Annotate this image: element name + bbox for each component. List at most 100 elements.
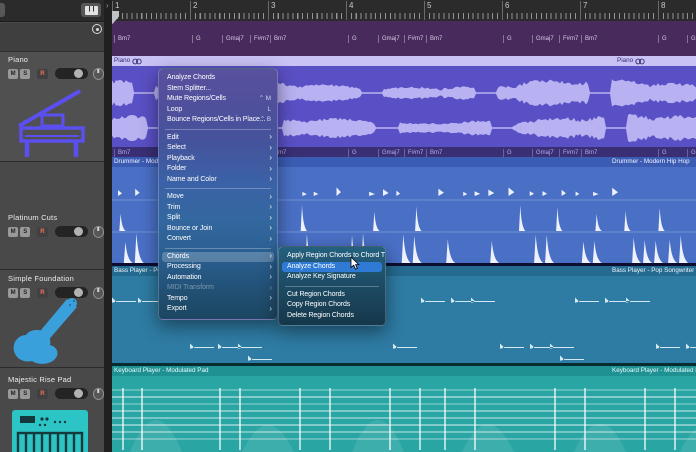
- global-chord-track[interactable]: Bm7GGmaj7F#m7Bm7GGmaj7F#m7Bm7GGmaj7F#m7B…: [112, 21, 696, 56]
- sidebar-toolbar: [0, 0, 104, 22]
- region-name: Piano: [617, 56, 645, 66]
- stereo-icon: [635, 58, 645, 65]
- bar-ruler[interactable]: 12345678: [112, 0, 696, 21]
- keyboard-region[interactable]: Keyboard Player - Modulated Pad Keyboard…: [112, 366, 696, 452]
- menu-item-label: Move: [167, 193, 184, 200]
- menu-item[interactable]: Name and Color ›: [159, 175, 277, 186]
- menu-item[interactable]: Convert ›: [159, 234, 277, 245]
- mute-button[interactable]: M: [8, 288, 18, 298]
- chord-label: Gmaj7: [222, 35, 244, 43]
- track-name: Majestic Rise Pad: [8, 375, 104, 384]
- chord-label: Bm7: [581, 149, 597, 157]
- chord-label: Bm7: [270, 35, 286, 43]
- menu-item[interactable]: Select ›: [159, 143, 277, 154]
- submenu-item[interactable]: Cut Region Chords: [279, 290, 385, 301]
- menu-item[interactable]: Split ›: [159, 213, 277, 224]
- submenu-item-label: Delete Region Chords: [287, 312, 354, 319]
- chevron-right-icon: ›: [269, 203, 272, 213]
- track-gap: [112, 363, 696, 366]
- submenu-item-label: Cut Region Chords: [287, 291, 345, 298]
- menu-item[interactable]: Stem Splitter... ›: [159, 84, 277, 95]
- chord-label: F#m7: [559, 35, 578, 43]
- menu-item[interactable]: MIDI Transform ›: [159, 283, 277, 294]
- menu-item[interactable]: Analyze Chords ›: [159, 73, 277, 84]
- chevron-right-icon: ›: [269, 294, 272, 304]
- chord-label: Bm7: [426, 35, 442, 43]
- menu-item[interactable]: Playback ›: [159, 154, 277, 165]
- panel-divider: ›: [104, 0, 112, 452]
- record-enable-button[interactable]: R: [37, 227, 47, 237]
- mute-button[interactable]: M: [8, 389, 18, 399]
- menu-item[interactable]: Edit ›: [159, 133, 277, 144]
- menu-item-label: Folder: [167, 165, 186, 172]
- measure-number: 6: [502, 1, 509, 20]
- menu-item[interactable]: Bounce or Join ›: [159, 224, 277, 235]
- submenu-item[interactable]: Delete Region Chords: [279, 311, 385, 322]
- menu-item-label: Bounce Regions/Cells in Place...: [167, 116, 265, 123]
- submenu-item[interactable]: Copy Region Chords: [279, 300, 385, 311]
- menu-item[interactable]: Processing ›: [159, 262, 277, 273]
- menu-item[interactable]: Chords ›: [162, 252, 274, 263]
- keyboard-region-titlebar: Keyboard Player - Modulated Pad Keyboard…: [112, 366, 696, 376]
- mute-button[interactable]: M: [8, 227, 18, 237]
- chord-label: Gmaj7: [532, 35, 554, 43]
- pan-knob[interactable]: [93, 388, 104, 400]
- track-header-majestic-rise-pad[interactable]: Majestic Rise Pad M S R: [0, 367, 104, 452]
- menu-separator: [285, 286, 379, 287]
- pan-knob[interactable]: [93, 68, 104, 80]
- chord-label: F#m7: [404, 35, 423, 43]
- submenu-item[interactable]: Analyze Key Signature: [279, 272, 385, 283]
- menu-item[interactable]: Loop L ›: [159, 105, 277, 116]
- piano-region-titlebar: Piano Piano: [112, 56, 696, 66]
- solo-button[interactable]: S: [20, 69, 30, 79]
- submenu-item[interactable]: Apply Region Chords to Chord Track: [279, 251, 385, 262]
- solo-button[interactable]: S: [20, 389, 30, 399]
- menu-item[interactable]: Automation ›: [159, 273, 277, 284]
- toolbar-button-partial[interactable]: [0, 3, 5, 17]
- menu-item[interactable]: Bounce Regions/Cells in Place... ⌃ B ›: [159, 115, 277, 126]
- disclosure-circle-icon[interactable]: [92, 24, 102, 34]
- chord-label: Gmaj7: [687, 149, 696, 157]
- track-header-platinum-cuts[interactable]: Platinum Cuts M S R: [0, 161, 104, 269]
- region-name: Drummer - Modern Hip Hop: [612, 157, 690, 167]
- menu-item[interactable]: Trim ›: [159, 203, 277, 214]
- measure-number: 5: [424, 1, 431, 20]
- slider-thumb[interactable]: [74, 389, 83, 398]
- track-header-piano[interactable]: Piano M S R: [0, 52, 104, 161]
- menu-item-label: Playback: [167, 155, 195, 162]
- menu-item[interactable]: Mute Regions/Cells ⌃ M ›: [159, 94, 277, 105]
- record-enable-button[interactable]: R: [37, 389, 47, 399]
- menu-item-label: Tempo: [167, 295, 188, 302]
- volume-slider[interactable]: [55, 68, 88, 79]
- menu-item[interactable]: Tempo ›: [159, 294, 277, 305]
- solo-button[interactable]: S: [20, 288, 30, 298]
- mute-button[interactable]: M: [8, 69, 18, 79]
- record-enable-button[interactable]: R: [37, 69, 47, 79]
- chord-label: Bm7: [426, 149, 442, 157]
- pan-knob[interactable]: [93, 287, 104, 299]
- menu-separator: [165, 248, 271, 249]
- piano-keys-icon[interactable]: [81, 3, 101, 17]
- pan-knob[interactable]: [93, 226, 104, 238]
- menu-item[interactable]: Move ›: [159, 192, 277, 203]
- chord-label: Bm7: [114, 149, 130, 157]
- record-enable-button[interactable]: R: [37, 288, 47, 298]
- menu-item-label: Processing: [167, 263, 201, 270]
- volume-slider[interactable]: [55, 388, 88, 399]
- slider-thumb[interactable]: [74, 227, 83, 236]
- submenu-item[interactable]: Analyze Chords: [282, 262, 382, 273]
- menu-separator: [165, 129, 271, 130]
- menu-item[interactable]: Folder ›: [159, 164, 277, 175]
- track-header-simple-foundation[interactable]: Simple Foundation M S R: [0, 269, 104, 367]
- chord-label: G: [348, 35, 357, 43]
- volume-slider[interactable]: [55, 226, 88, 237]
- solo-button[interactable]: S: [20, 227, 30, 237]
- chord-track-header[interactable]: [0, 23, 104, 52]
- slider-thumb[interactable]: [74, 69, 83, 78]
- menu-item[interactable]: Export ›: [159, 304, 277, 315]
- slider-thumb[interactable]: [74, 288, 83, 297]
- chevron-right-icon[interactable]: ›: [106, 1, 109, 10]
- menu-item-label: Trim: [167, 204, 180, 211]
- menu-item-label: Loop: [167, 106, 182, 113]
- region-name: Piano: [114, 56, 142, 66]
